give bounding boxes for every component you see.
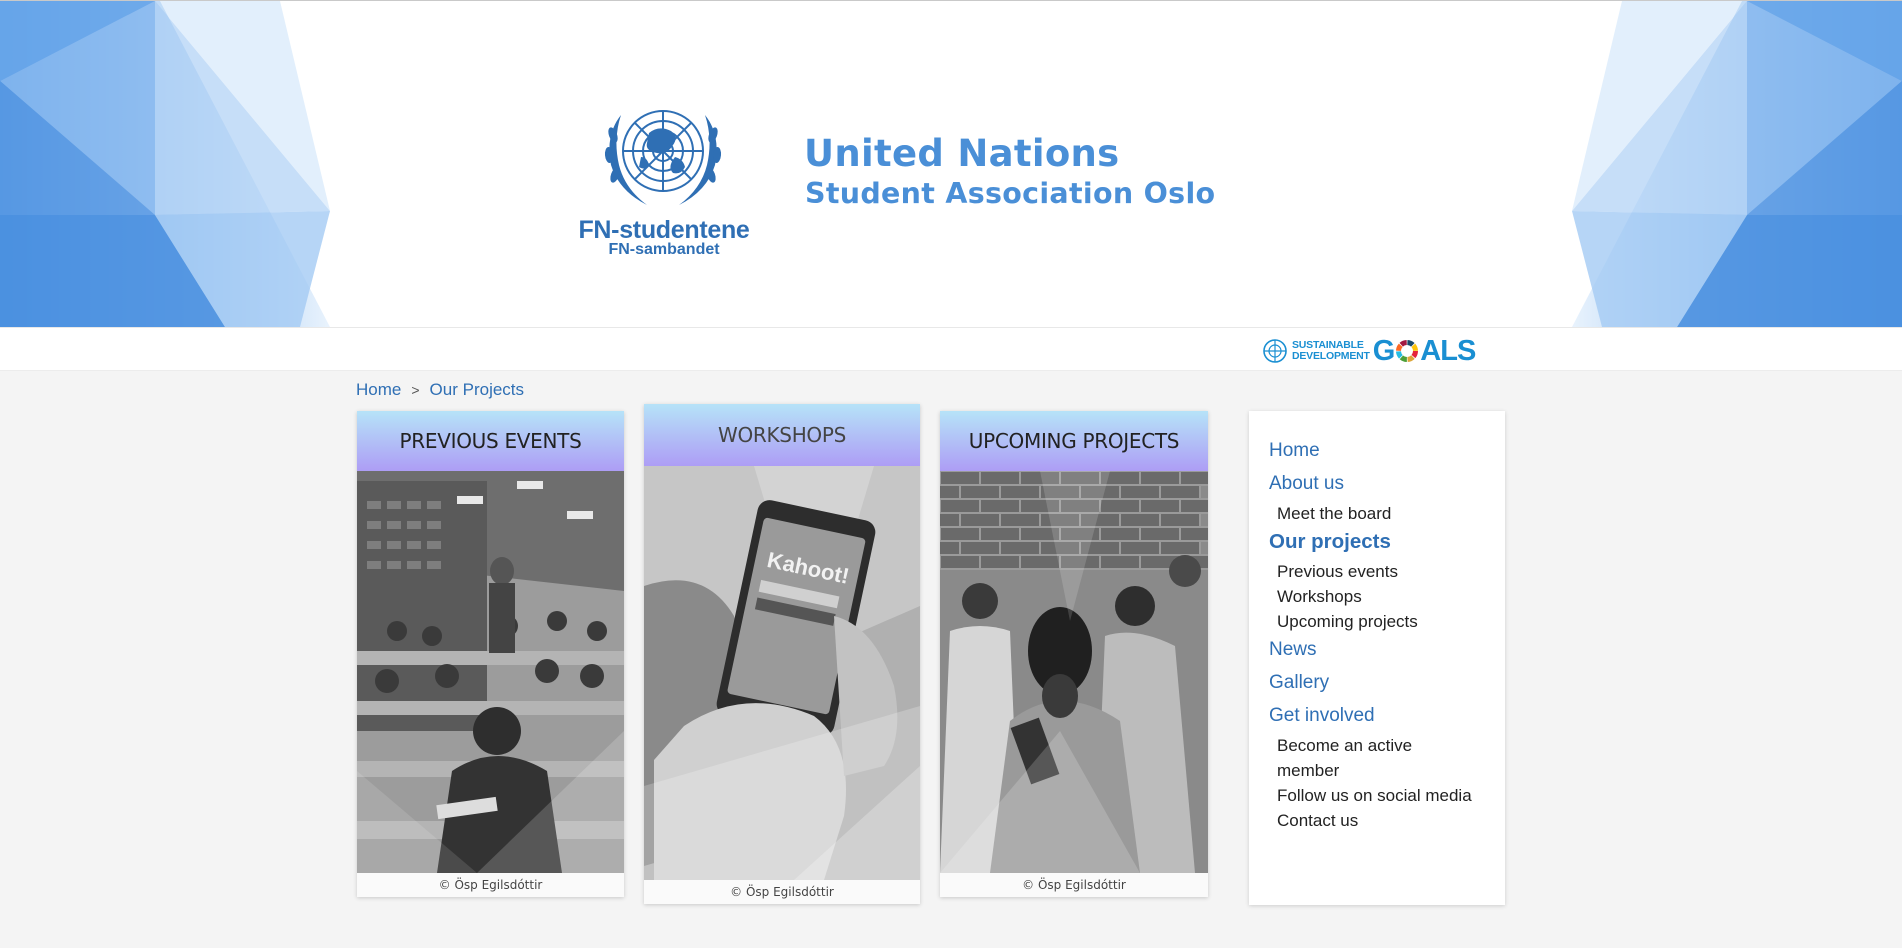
sidebar-link-become-member[interactable]: Become an active member: [1277, 734, 1457, 783]
un-emblem-logo: [604, 110, 722, 205]
sdg-strip: SUSTAINABLE DEVELOPMENT G ALS: [0, 327, 1902, 371]
breadcrumb: Home > Our Projects: [356, 380, 524, 400]
student-reading-photo: [940, 471, 1208, 873]
sdg-goals-suffix: ALS: [1420, 334, 1476, 367]
card-title-workshops[interactable]: WORKSHOPS: [644, 404, 920, 466]
sidebar-link-our-projects[interactable]: Our projects: [1269, 530, 1505, 554]
card-title-upcoming-projects[interactable]: UPCOMING PROJECTS: [940, 411, 1208, 471]
sidebar-link-about[interactable]: About us: [1269, 472, 1505, 496]
card-image-previous-events[interactable]: [357, 471, 624, 873]
breadcrumb-separator: >: [411, 382, 420, 398]
sidebar-nav: Home About us Meet the board Our project…: [1249, 411, 1505, 905]
site-banner: FN-studentene FN-sambandet United Nation…: [0, 0, 1902, 327]
sidebar-link-social-media[interactable]: Follow us on social media: [1277, 784, 1505, 809]
sidebar-link-news[interactable]: News: [1269, 638, 1505, 662]
sdg-text-line2: DEVELOPMENT: [1292, 350, 1370, 362]
lecture-hall-photo: [357, 471, 624, 873]
sidebar-link-workshops[interactable]: Workshops: [1277, 585, 1505, 610]
photo-credit: © Ösp Egilsdóttir: [730, 885, 834, 899]
sidebar-link-previous-events[interactable]: Previous events: [1277, 560, 1505, 585]
sidebar-link-contact[interactable]: Contact us: [1277, 809, 1505, 834]
un-globe-icon: [1263, 339, 1287, 363]
sidebar-link-upcoming-projects[interactable]: Upcoming projects: [1277, 610, 1505, 635]
sidebar-link-gallery[interactable]: Gallery: [1269, 671, 1505, 695]
breadcrumb-home-link[interactable]: Home: [356, 380, 401, 400]
card-image-upcoming-projects[interactable]: [940, 471, 1208, 873]
logo-subname: FN-sambandet: [608, 241, 720, 258]
sidebar-link-meet-the-board[interactable]: Meet the board: [1277, 502, 1505, 527]
card-title-previous-events[interactable]: PREVIOUS EVENTS: [357, 411, 624, 471]
sdg-wheel-icon: [1396, 340, 1419, 362]
sdg-logo[interactable]: SUSTAINABLE DEVELOPMENT G ALS: [1262, 334, 1477, 368]
card-upcoming-projects[interactable]: UPCOMING PROJECTS © Ösp Egilsdóttir: [940, 411, 1208, 897]
logo-name: FN-studentene: [578, 216, 750, 244]
card-image-workshops[interactable]: Kahoot!: [644, 466, 920, 880]
photo-credit: © Ösp Egilsdóttir: [438, 878, 543, 892]
site-title[interactable]: United Nations: [804, 132, 1120, 176]
card-previous-events[interactable]: PREVIOUS EVENTS © Ösp Egilsdóttir: [357, 411, 624, 897]
kahoot-phone-photo: Kahoot!: [644, 466, 920, 880]
sdg-goals-word: G ALS: [1372, 334, 1477, 368]
card-workshops[interactable]: WORKSHOPS Kahoot! © Ösp Egilsdóttir: [644, 404, 920, 904]
sdg-text: SUSTAINABLE DEVELOPMENT: [1292, 340, 1370, 362]
sdg-goals-prefix: G: [1372, 334, 1396, 367]
sidebar-link-get-involved[interactable]: Get involved: [1269, 704, 1505, 728]
sidebar-link-home[interactable]: Home: [1269, 439, 1505, 463]
photo-credit: © Ösp Egilsdóttir: [1022, 878, 1126, 892]
breadcrumb-current[interactable]: Our Projects: [430, 380, 524, 400]
site-subtitle[interactable]: Student Association Oslo: [805, 175, 1215, 213]
